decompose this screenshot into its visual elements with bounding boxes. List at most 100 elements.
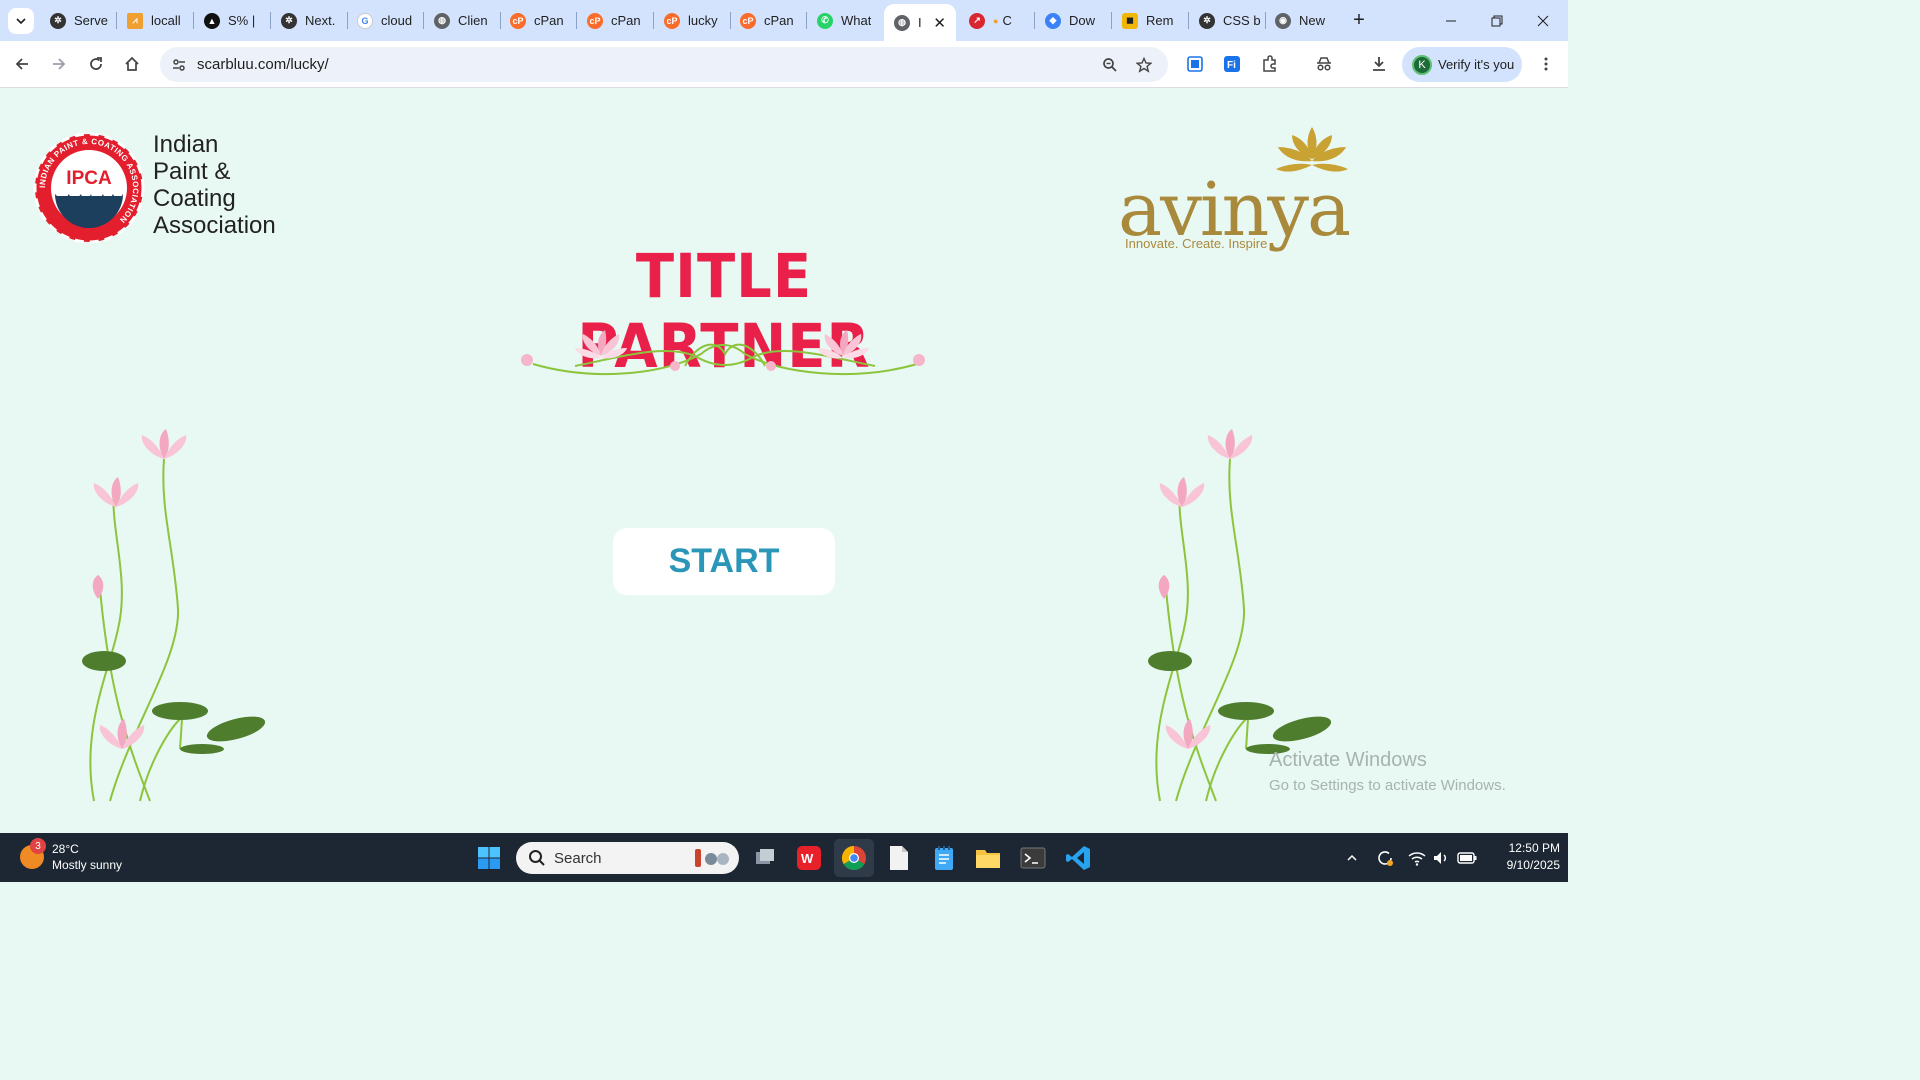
- tab-title: Rem: [1146, 13, 1174, 28]
- tab-separator: [1188, 12, 1189, 29]
- notification-badge: 3: [30, 838, 46, 854]
- openai-icon: ✲: [1199, 12, 1215, 29]
- minimize-button[interactable]: [1428, 0, 1474, 41]
- tab-title: cPan: [611, 13, 641, 28]
- capture-icon: [1187, 56, 1203, 72]
- chrome-taskbar-button[interactable]: [834, 839, 874, 877]
- close-icon[interactable]: ✕: [933, 14, 946, 32]
- svg-text:W: W: [801, 851, 814, 866]
- tab-title: What: [841, 13, 872, 28]
- tab-10[interactable]: cP cPan: [740, 7, 802, 34]
- profile-button[interactable]: K Verify it's you: [1402, 47, 1522, 82]
- web-page: IPCA INDIAN PAINT & COATING ASSOCIATION …: [0, 89, 1568, 833]
- tab-11[interactable]: ✆ What: [817, 7, 879, 34]
- wifi-button[interactable]: [1406, 847, 1428, 869]
- restore-button[interactable]: [1474, 0, 1520, 41]
- menu-button[interactable]: [1532, 50, 1560, 78]
- openai-icon: ✲: [281, 12, 297, 29]
- task-view-icon: [756, 849, 774, 864]
- tab-3[interactable]: ▲ S% |: [204, 7, 266, 34]
- incognito-button[interactable]: [1310, 50, 1338, 78]
- sync-status-button[interactable]: [1374, 847, 1396, 869]
- weather-widget[interactable]: 3 28°C Mostly sunny: [20, 838, 123, 873]
- bookmark-button[interactable]: [1130, 51, 1158, 79]
- start-menu-button[interactable]: [469, 839, 509, 877]
- ipca-name: Indian Paint & Coating Association: [153, 131, 276, 239]
- back-button[interactable]: [8, 50, 36, 78]
- tab-12-active[interactable]: ◍ I ✕: [884, 4, 956, 41]
- tab-title: CSS b: [1223, 13, 1261, 28]
- tab-title: C: [1002, 13, 1012, 28]
- ipca-name-line: Association: [153, 212, 276, 239]
- reload-icon: [90, 57, 102, 70]
- font-extension-button[interactable]: Fi: [1218, 50, 1246, 78]
- download-icon: [1373, 57, 1385, 71]
- reload-button[interactable]: [82, 50, 110, 78]
- tab-4[interactable]: ✲ Next.: [281, 7, 343, 34]
- tab-title: New: [1299, 13, 1326, 28]
- lotus-flower-icon: [99, 719, 145, 749]
- volume-button[interactable]: [1430, 847, 1452, 869]
- floral-divider: [521, 330, 925, 375]
- tab-separator: [806, 12, 807, 29]
- tab-8[interactable]: cP cPan: [587, 7, 649, 34]
- address-bar[interactable]: scarbluu.com/lucky/: [160, 47, 1168, 82]
- notepad-button[interactable]: [924, 839, 964, 877]
- ipca-logo: IPCA INDIAN PAINT & COATING ASSOCIATION: [33, 132, 145, 244]
- system-clock[interactable]: 12:50 PM 9/10/2025: [1480, 840, 1560, 874]
- start-button[interactable]: START: [613, 528, 835, 595]
- speaker-icon: [1434, 852, 1446, 864]
- tab-separator: [576, 12, 577, 29]
- tab-13[interactable]: ↗ ● C: [969, 7, 1029, 34]
- terminal-button[interactable]: [1013, 839, 1053, 877]
- terminal-icon: [1020, 847, 1046, 869]
- lotus-flower-icon: [141, 429, 187, 459]
- chevron-up-icon: [1347, 854, 1357, 861]
- downloads-button[interactable]: [1365, 50, 1393, 78]
- tab-5[interactable]: G cloud: [357, 7, 419, 34]
- tab-7[interactable]: cP cPan: [510, 7, 572, 34]
- tab-14[interactable]: ◆ Dow: [1045, 7, 1107, 34]
- lotus-flower-icon: [1159, 477, 1205, 507]
- wps-office-button[interactable]: W: [789, 839, 829, 877]
- folder-icon: [976, 850, 1000, 868]
- profile-label: Verify it's you: [1438, 57, 1515, 72]
- new-tab-button[interactable]: +: [1347, 8, 1371, 32]
- tab-separator: [1111, 12, 1112, 29]
- tray-overflow-button[interactable]: [1341, 847, 1363, 869]
- battery-button[interactable]: [1456, 847, 1478, 869]
- site-settings-icon[interactable]: [168, 54, 190, 76]
- tab-15[interactable]: ◼ Rem: [1122, 7, 1184, 34]
- tab-9[interactable]: cP lucky: [664, 7, 726, 34]
- vscode-button[interactable]: [1058, 839, 1098, 877]
- close-window-button[interactable]: [1520, 0, 1566, 41]
- cpanel-icon: cP: [664, 12, 680, 29]
- tab-17[interactable]: ◉ New: [1275, 7, 1337, 34]
- zoom-button[interactable]: [1096, 51, 1124, 79]
- sync-icon: [1378, 851, 1393, 866]
- tab-2[interactable]: ⩘ locall: [127, 7, 189, 34]
- task-view-button[interactable]: [745, 839, 785, 877]
- url-text[interactable]: scarbluu.com/lucky/: [197, 56, 329, 73]
- tab-separator: [347, 12, 348, 29]
- forward-button[interactable]: [45, 50, 73, 78]
- plus-icon: +: [1353, 8, 1365, 31]
- tab-separator: [193, 12, 194, 29]
- tab-1[interactable]: ✲ Serve: [50, 7, 112, 34]
- taskbar-search[interactable]: Search: [516, 842, 739, 874]
- tab-title: Next.: [305, 13, 336, 28]
- home-button[interactable]: [118, 50, 146, 78]
- tab-search-button[interactable]: [8, 8, 34, 34]
- screenshot-extension-button[interactable]: [1181, 50, 1209, 78]
- tab-6[interactable]: ◍ Clien: [434, 7, 496, 34]
- search-highlight-icon: [695, 849, 729, 867]
- tab-16[interactable]: ✲ CSS b: [1199, 7, 1261, 34]
- extensions-button[interactable]: [1256, 50, 1284, 78]
- file-explorer-button[interactable]: [968, 839, 1008, 877]
- file-app-button[interactable]: [879, 839, 919, 877]
- red-circle-icon: ↗: [969, 12, 985, 29]
- weather-desc: Mostly sunny: [52, 858, 123, 872]
- tab-separator: [116, 12, 117, 29]
- ipca-name-line: Indian: [153, 131, 219, 158]
- browser-toolbar: scarbluu.com/lucky/ Fi K Verify it's you: [0, 41, 1568, 88]
